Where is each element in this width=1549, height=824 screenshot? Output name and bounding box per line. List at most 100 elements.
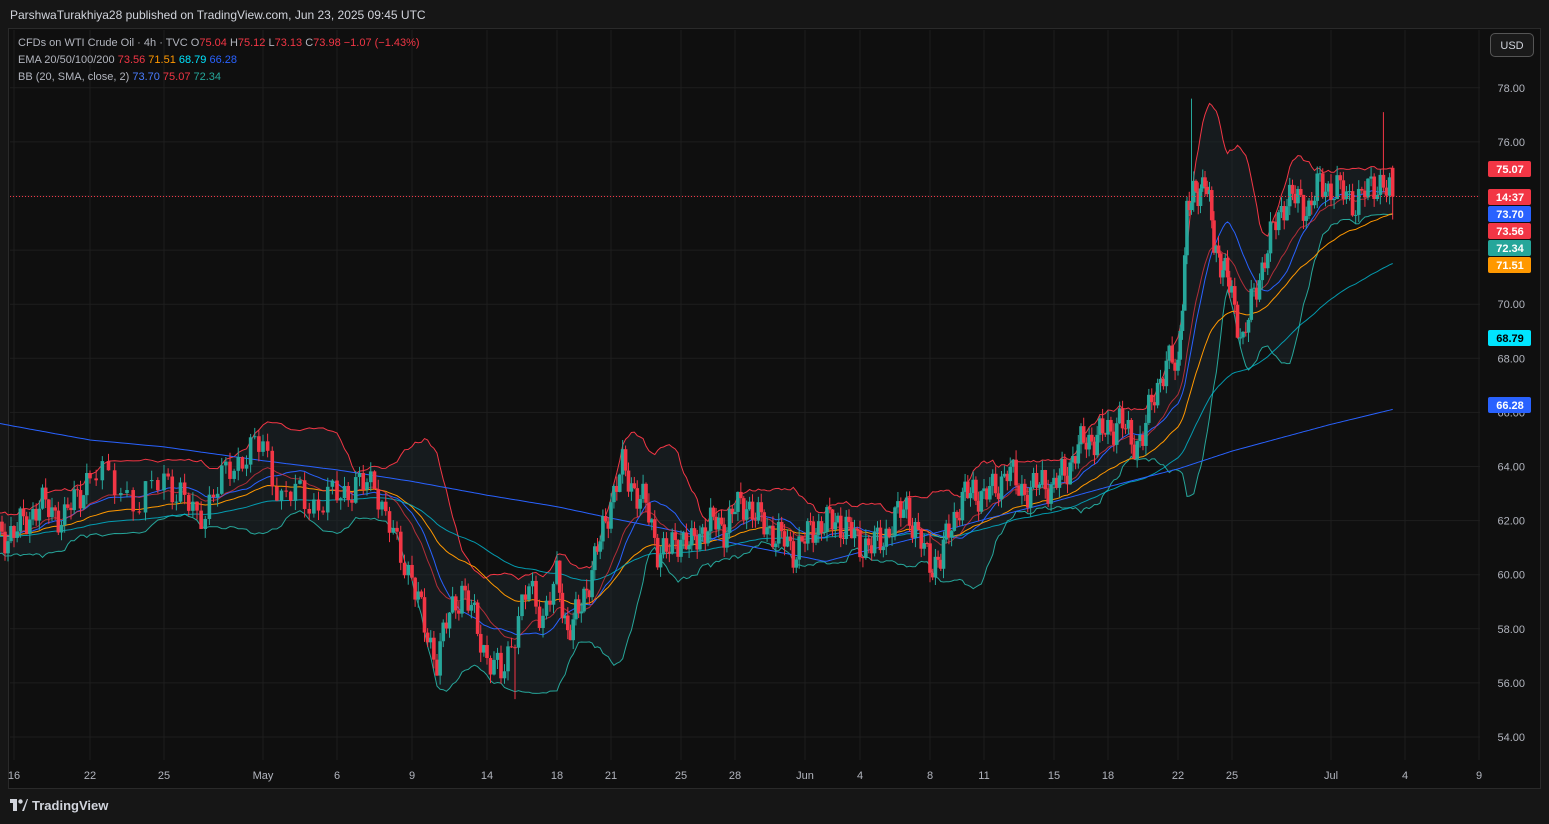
tradingview-logo[interactable]: TradingView (10, 798, 108, 813)
currency-button[interactable]: USD (1490, 33, 1534, 57)
candle-body (383, 501, 388, 512)
ema-label[interactable]: EMA 20/50/100/200 (18, 54, 115, 66)
candle-body (1257, 280, 1262, 300)
candle-body (530, 580, 535, 587)
candle-body (744, 509, 749, 520)
candle-body (307, 508, 312, 514)
bb-label[interactable]: BB (20, SMA, close, 2) (18, 71, 129, 83)
candle-body (1268, 221, 1273, 254)
candle-body (506, 646, 510, 672)
candle-body (1298, 188, 1303, 195)
candle-body (1238, 337, 1243, 339)
candle-body (513, 647, 517, 649)
candle-body (1369, 176, 1373, 179)
candle-body (215, 493, 220, 498)
bb-lower-value: 72.34 (193, 71, 222, 83)
price-label-text: 73.70 (1496, 209, 1524, 221)
candle-body (81, 495, 86, 509)
candle-body (21, 508, 26, 517)
candle-body (974, 479, 978, 501)
candle-body (419, 591, 424, 598)
x-tick-label: Jun (796, 770, 814, 782)
candle-body (224, 461, 228, 466)
candle-body (1356, 188, 1361, 215)
candle-body (372, 471, 377, 490)
candle-body (312, 499, 316, 514)
candle-body (492, 659, 496, 675)
candle-body (75, 489, 80, 491)
candle-body (838, 515, 843, 538)
x-tick-label: 28 (729, 770, 741, 782)
candle-body (1164, 360, 1169, 387)
candle-body (119, 493, 123, 496)
candle-body (203, 518, 208, 529)
candle-body (1008, 466, 1013, 482)
low-value: 73.13 (274, 37, 303, 49)
candle-body (788, 536, 793, 542)
candle-body (1304, 216, 1309, 221)
x-tick-label: 9 (409, 770, 415, 782)
x-tick-label: 25 (1226, 770, 1238, 782)
candle-body (1043, 470, 1048, 490)
candle-body (137, 511, 142, 513)
candle-body (1198, 188, 1203, 207)
candle-body (881, 546, 886, 551)
candle-body (444, 622, 449, 629)
candle-body (800, 536, 804, 542)
candle-body (488, 658, 493, 675)
candle-body (112, 470, 117, 496)
candle-body (1249, 288, 1254, 320)
candle-body (852, 528, 857, 539)
candle-body (228, 461, 232, 479)
candle-body (872, 531, 877, 554)
candle-body (609, 502, 613, 529)
ema50-value: 71.51 (148, 54, 176, 66)
price-label-text: 68.79 (1496, 333, 1524, 345)
legend-symbol-row: CFDs on WTI Crude Oil · 4h · TVC O75.04 … (18, 35, 420, 52)
candle-body (342, 485, 347, 499)
candle-body (174, 501, 179, 503)
candle-body (638, 498, 642, 509)
x-tick-label: 18 (1102, 770, 1114, 782)
candle-body (805, 521, 810, 544)
candle-body (644, 483, 648, 503)
candle-body (827, 507, 832, 510)
candle-body (1203, 177, 1207, 187)
candle-body (1276, 212, 1281, 231)
candle-body (469, 604, 474, 611)
candle-body (658, 554, 663, 568)
candle-body (706, 531, 710, 544)
candle-body (1189, 202, 1194, 211)
candle-body (365, 482, 369, 490)
candle-body (1265, 253, 1270, 269)
candle-body (106, 461, 111, 471)
candle-body (1028, 487, 1033, 508)
ema20-value: 73.56 (117, 54, 146, 66)
candle-body (858, 530, 862, 558)
candle-body (24, 516, 29, 534)
candle-body (338, 498, 343, 501)
candle-body (485, 645, 489, 659)
candle-body (1100, 418, 1105, 434)
x-tick-label: 18 (551, 770, 563, 782)
candle-body (557, 560, 562, 593)
price-chart[interactable]: 54.0056.0058.0060.0062.0064.0066.0068.00… (0, 0, 1549, 824)
candle-body (387, 511, 392, 533)
candle-body (12, 526, 16, 538)
symbol-title[interactable]: CFDs on WTI Crude Oil · 4h · TVC (18, 37, 188, 49)
candle-body (166, 473, 170, 477)
candle-body (825, 507, 829, 532)
candle-body (162, 473, 166, 491)
candle-body (527, 586, 531, 600)
x-tick-label: 9 (1476, 770, 1482, 782)
candle-body (652, 519, 657, 538)
candle-body (632, 483, 637, 489)
candle-body (1387, 177, 1392, 196)
candle-body (603, 516, 608, 522)
candle-body (1381, 174, 1386, 188)
price-label-text: 73.56 (1496, 226, 1524, 238)
candle-body (687, 545, 691, 550)
y-tick-label: 68.00 (1497, 353, 1525, 365)
candle-body (275, 486, 279, 501)
candle-body (466, 590, 471, 611)
